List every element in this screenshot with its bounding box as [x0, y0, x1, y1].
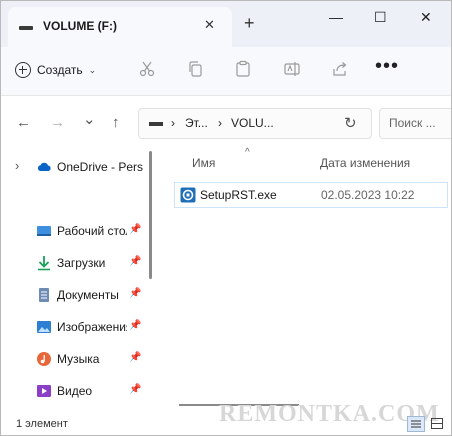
- search-placeholder: Поиск ...: [389, 116, 436, 130]
- minimize-button[interactable]: —: [329, 9, 343, 25]
- pin-icon: 📌: [129, 288, 142, 299]
- sidebar-item-label: Видео: [57, 384, 93, 398]
- tiles-view-button[interactable]: [431, 418, 443, 429]
- chevron-down-icon: ⌄: [88, 64, 97, 75]
- sort-indicator: ^: [245, 147, 250, 158]
- column-header-name[interactable]: Имя: [192, 156, 215, 170]
- share-icon[interactable]: [331, 60, 349, 78]
- breadcrumb-volume[interactable]: VOLU...: [231, 116, 274, 130]
- drive-icon: [149, 122, 163, 126]
- sidebar-item-documents[interactable]: Документы 📌: [1, 282, 147, 308]
- sidebar-item-music[interactable]: Музыка 📌: [1, 346, 147, 372]
- sidebar-item-label: Рабочий стол: [57, 224, 127, 238]
- address-bar[interactable]: › Эт... › VOLU... ↻: [138, 108, 372, 139]
- breadcrumb-this-pc[interactable]: Эт...: [185, 116, 208, 130]
- paste-icon[interactable]: [234, 60, 252, 78]
- create-label: Создать: [37, 63, 83, 77]
- pictures-icon: [37, 321, 51, 333]
- file-explorer-window: VOLUME (F:) ✕ + — ☐ ✕ Создать ⌄ ••• ← → …: [0, 0, 452, 436]
- pin-icon: 📌: [129, 352, 142, 363]
- close-button[interactable]: ✕: [420, 9, 432, 26]
- sidebar-item-label: Документы: [57, 288, 119, 302]
- new-tab-button[interactable]: +: [244, 13, 255, 34]
- sidebar-scrollbar[interactable]: [149, 151, 152, 279]
- file-row[interactable]: SetupRST.exe 02.05.2023 10:22: [174, 182, 448, 208]
- pin-icon: 📌: [129, 320, 142, 331]
- status-item-count: 1 элемент: [16, 418, 68, 430]
- refresh-button[interactable]: ↻: [344, 114, 357, 132]
- column-header-date[interactable]: Дата изменения: [320, 156, 410, 170]
- pin-icon: 📌: [129, 384, 142, 395]
- music-icon: [37, 352, 51, 366]
- video-icon: [37, 385, 51, 397]
- breadcrumb-separator[interactable]: ›: [218, 116, 222, 130]
- drive-icon: [19, 26, 33, 30]
- recent-locations-button[interactable]: ⌄: [83, 110, 96, 128]
- pin-icon: 📌: [129, 256, 142, 267]
- tab-close-button[interactable]: ✕: [204, 17, 215, 33]
- create-button[interactable]: Создать ⌄: [15, 59, 96, 81]
- pin-icon: 📌: [129, 224, 142, 235]
- back-button[interactable]: ←: [16, 114, 31, 131]
- maximize-button[interactable]: ☐: [374, 9, 387, 26]
- desktop-icon: [37, 226, 51, 236]
- forward-button[interactable]: →: [50, 114, 65, 131]
- sidebar-item-label: Музыка: [57, 352, 100, 366]
- sidebar-item-pictures[interactable]: Изображения 📌: [1, 314, 147, 340]
- sidebar-item-video[interactable]: Видео 📌: [1, 378, 147, 404]
- onedrive-cloud-icon: [37, 162, 51, 171]
- title-bar: VOLUME (F:) ✕ + — ☐ ✕: [1, 1, 451, 47]
- sidebar-item-desktop[interactable]: Рабочий стол 📌: [1, 218, 147, 244]
- more-options-button[interactable]: •••: [375, 56, 399, 76]
- sidebar-item-onedrive[interactable]: › OneDrive - Perso: [1, 154, 147, 180]
- file-name: SetupRST.exe: [200, 188, 277, 202]
- copy-icon[interactable]: [187, 60, 205, 78]
- file-date: 02.05.2023 10:22: [321, 188, 415, 202]
- details-view-button[interactable]: [407, 416, 425, 432]
- tab-title: VOLUME (F:): [43, 19, 117, 33]
- rename-icon[interactable]: [283, 60, 301, 78]
- sidebar-item-label: Изображения: [57, 320, 127, 334]
- downloads-icon: [38, 256, 50, 271]
- setup-exe-icon: [180, 187, 196, 203]
- add-icon: [15, 62, 31, 78]
- up-button[interactable]: ↑: [112, 114, 120, 131]
- sidebar-item-label: Загрузки: [57, 256, 106, 270]
- breadcrumb-separator[interactable]: ›: [171, 116, 175, 130]
- navigation-bar: ← → ⌄ ↑ › Эт... › VOLU... ↻ Поиск ...: [1, 96, 451, 148]
- search-input[interactable]: Поиск ...: [379, 108, 451, 139]
- details-view-icon: [411, 420, 421, 428]
- sidebar-item-label: OneDrive - Perso: [57, 160, 143, 174]
- tab-volume[interactable]: VOLUME (F:) ✕: [8, 7, 232, 47]
- documents-icon: [39, 288, 49, 302]
- command-bar: Создать ⌄ •••: [1, 47, 451, 96]
- cut-icon[interactable]: [138, 60, 156, 78]
- sidebar-item-downloads[interactable]: Загрузки 📌: [1, 250, 147, 276]
- expand-chevron-icon[interactable]: ›: [15, 158, 19, 173]
